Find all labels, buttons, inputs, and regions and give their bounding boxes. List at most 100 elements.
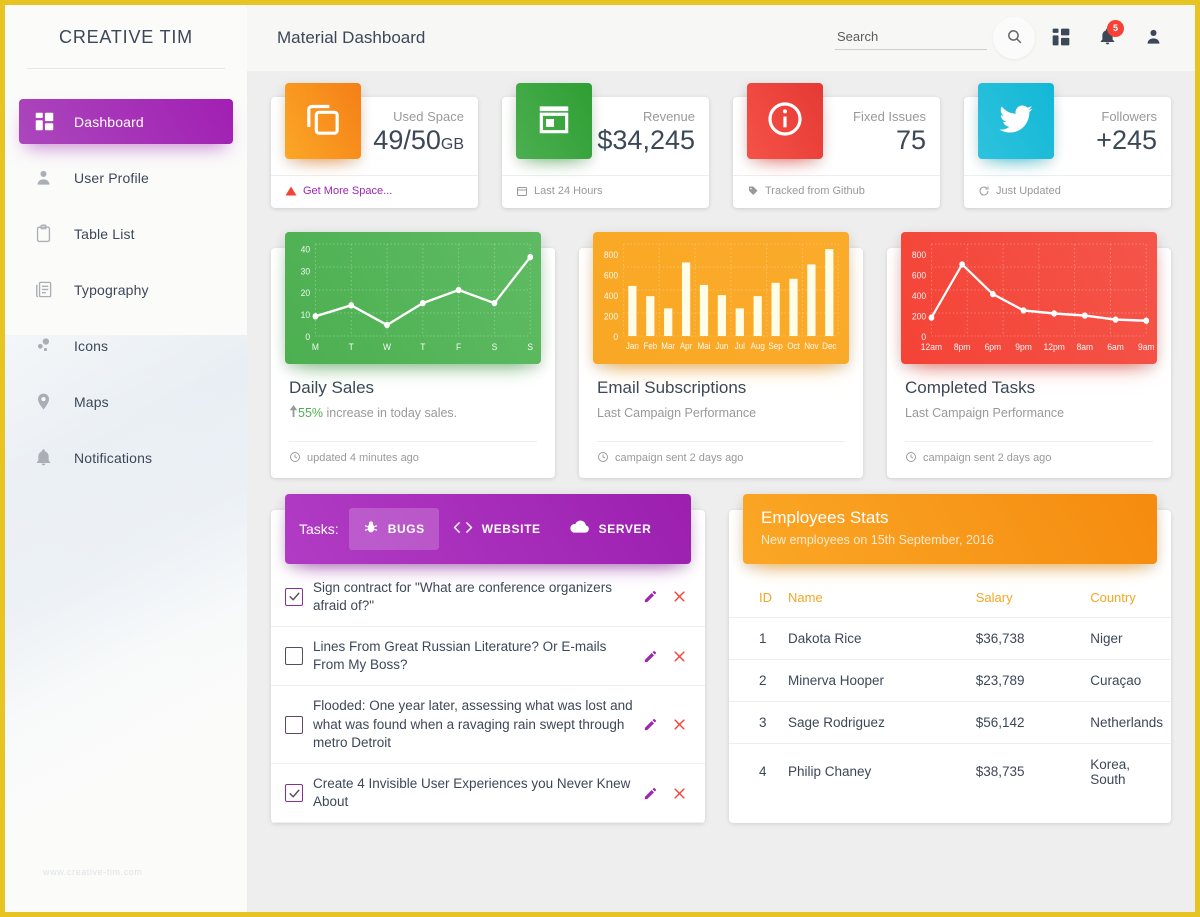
stat-card-value: 75 [853,125,926,156]
brand-logo[interactable]: CREATIVE TIM [5,5,247,69]
svg-text:40: 40 [301,244,310,255]
sidebar-item-label: Icons [74,337,109,354]
notifications-button[interactable]: 5 [1087,18,1127,58]
store-icon [535,100,573,143]
sidebar-item-icons[interactable]: Icons [19,323,233,368]
task-checkbox[interactable] [285,587,303,606]
svg-text:600: 600 [604,270,618,281]
chart-panel[interactable]: 0 200 400 600 800 12am 8pm 6pm 9pm 12pm 8am 6am 9am [901,232,1157,364]
svg-text:Mar: Mar [661,341,675,352]
chart-sub-text: Last Campaign Performance [905,406,1065,420]
task-text: Lines From Great Russian Literature? Or … [313,638,607,673]
clock-icon [597,451,609,466]
sidebar-item-typography[interactable]: Typography [19,267,233,312]
map-pin-icon [34,390,60,414]
svg-text:Nov: Nov [804,341,819,352]
stat-card-value: +245 [1096,125,1157,156]
svg-text:20: 20 [301,288,310,299]
task-checkbox[interactable] [285,647,303,666]
task-edit-button[interactable] [643,786,658,801]
svg-text:Sep: Sep [768,341,783,352]
task-delete-button[interactable] [672,649,687,664]
search-input[interactable] [835,26,987,50]
account-button[interactable] [1133,18,1173,58]
svg-text:30: 30 [301,266,310,277]
refresh-icon [978,185,990,197]
stat-card-number: 75 [895,125,926,155]
person-icon [1144,27,1163,49]
chart-card-subtitle: 55% increase in today sales. [289,405,537,423]
tab-bugs[interactable]: BUGS [348,507,439,550]
task-delete-button[interactable] [672,786,687,801]
chart-panel[interactable]: 0 10 20 30 40 M T W T F S S [285,232,541,364]
svg-text:600: 600 [912,270,926,281]
svg-text:0: 0 [921,332,926,343]
sidebar-item-label: Maps [74,393,109,410]
warning-icon [285,185,297,197]
task-checkbox[interactable] [285,715,303,734]
sidebar: www.creative-tim.com CREATIVE TIM Dashbo… [5,5,247,912]
task-row: Lines From Great Russian Literature? Or … [271,627,705,687]
sidebar-divider [27,68,225,69]
task-edit-button[interactable] [643,649,658,664]
task-checkbox[interactable] [285,784,303,803]
svg-text:400: 400 [604,291,618,302]
task-actions [643,717,687,732]
tab-website[interactable]: WEBSITE [439,508,555,550]
sidebar-item-user-profile[interactable]: User Profile [19,155,233,200]
person-icon [34,166,60,190]
page-title: Material Dashboard [277,28,426,47]
svg-text:12am: 12am [921,342,942,353]
task-text: Flooded: One year later, assessing what … [313,698,633,750]
table-row: 2 Minerva Hooper $23,789 Curaçao [729,659,1171,702]
apps-button[interactable] [1041,18,1081,58]
task-edit-button[interactable] [643,589,658,604]
chart-panel[interactable]: 0 200 400 600 800 Jan Feb Mar Apr Mai Jun Jul Aug Sep… [593,232,849,364]
sidebar-item-notifications[interactable]: Notifications [19,435,233,480]
task-delete-button[interactable] [672,589,687,604]
stat-card-label: Followers [1101,109,1157,124]
task-row: Flooded: One year later, assessing what … [271,686,705,765]
search-icon [1006,28,1023,48]
bug-icon [363,519,379,538]
sidebar-item-table-list[interactable]: Table List [19,211,233,256]
chart-card-footer-text: updated 4 minutes ago [307,452,419,464]
chart-sub-text: increase in today sales. [326,406,458,420]
chart-card-footer: updated 4 minutes ago [271,442,555,478]
stat-cards-row: Used Space 49/50GB Get More Space... Revenu… [271,83,1171,208]
tag-icon [747,185,759,197]
dashboard-icon [34,110,60,134]
stat-card-number: $34,245 [597,125,695,155]
stat-card-label: Used Space [393,109,464,124]
svg-text:Aug: Aug [751,341,766,352]
employees-cell: 1 [729,617,780,660]
employees-table-body: 1 Dakota Rice $36,738 Niger 2 Minerva Hooper $… [729,617,1171,800]
task-edit-button[interactable] [643,717,658,732]
stat-card-footer-text: Tracked from Github [765,185,865,197]
tab-server[interactable]: SERVER [555,508,666,550]
sidebar-item-dashboard[interactable]: Dashboard [19,99,233,144]
stat-card-icon-wrap [978,83,1054,159]
svg-text:M: M [312,342,319,353]
tasks-label: Tasks: [299,520,339,537]
task-delete-button[interactable] [672,717,687,732]
svg-text:9am: 9am [1138,342,1155,353]
employees-cell: Philip Chaney [788,764,872,779]
sidebar-item-maps[interactable]: Maps [19,379,233,424]
sidebar-item-label: Notifications [74,449,153,466]
stat-card-value: 49/50GB [373,125,464,156]
tasks-card: Tasks: BUGS WEBSITE SERVER Sign contract f… [271,493,705,824]
stat-card-footer[interactable]: Get More Space... [285,176,464,208]
svg-text:200: 200 [604,311,618,322]
notification-badge: 5 [1107,20,1124,37]
employees-column-header: ID [729,579,780,618]
sidebar-item-label: Table List [74,225,135,242]
sidebar-item-label: User Profile [74,169,149,186]
table-row: 4 Philip Chaney $38,735 Korea, South [729,743,1171,800]
bell-icon [34,446,60,470]
svg-text:W: W [383,342,391,353]
svg-text:Oct: Oct [787,341,800,352]
dashboard-grid-icon [1051,27,1071,50]
chart-sub-text: Last Campaign Performance [597,406,757,420]
search-button[interactable] [993,17,1035,59]
